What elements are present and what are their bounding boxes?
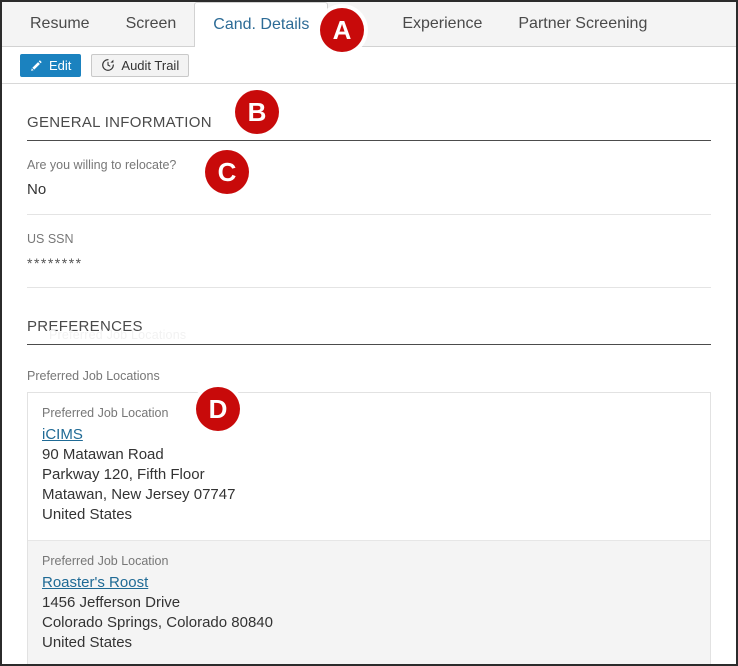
address-line: Colorado Springs, Colorado 80840 — [42, 614, 273, 631]
list-item: Preferred Job Location Roaster's Roost 1… — [28, 540, 710, 664]
card-label: Preferred Job Location — [42, 406, 169, 420]
field-value-masked: ******** — [27, 255, 83, 271]
tab-experience[interactable]: Experience — [384, 2, 500, 46]
list-item: Preferred Job Location iCIMS 90 Matawan … — [28, 393, 710, 540]
field-label: Are you willing to relocate? — [27, 158, 177, 172]
tab-bar: Resume Screen Cand. Details Experience P… — [2, 2, 736, 47]
callout-badge-d: D — [196, 387, 240, 431]
card-label: Preferred Job Location — [42, 554, 169, 568]
details-content: GENERAL INFORMATION Are you willing to r… — [2, 84, 736, 664]
address-line: United States — [42, 634, 133, 651]
preferred-job-locations-label: Preferred Job Locations — [27, 369, 160, 383]
field-us-ssn: US SSN ******** — [27, 215, 711, 288]
tab-partner-screening[interactable]: Partner Screening — [500, 2, 665, 46]
tab-resume[interactable]: Resume — [12, 2, 108, 46]
location-link-roasters-roost[interactable]: Roaster's Roost — [42, 574, 148, 591]
audit-trail-button[interactable]: Audit Trail — [91, 53, 190, 77]
address-line: Matawan, New Jersey 07747 — [42, 486, 236, 503]
address-line: 90 Matawan Road — [42, 446, 164, 463]
address-line: 1456 Jefferson Drive — [42, 594, 181, 611]
field-label: US SSN — [27, 232, 74, 246]
history-clock-icon — [101, 58, 115, 72]
field-willing-to-relocate: Are you willing to relocate? No — [27, 141, 711, 215]
location-link-icims[interactable]: iCIMS — [42, 426, 83, 443]
tab-cand-details[interactable]: Cand. Details — [194, 2, 329, 47]
callout-badge-c: C — [205, 150, 249, 194]
edit-button[interactable]: Edit — [20, 53, 82, 77]
address-line: Parkway 120, Fifth Floor — [42, 466, 205, 483]
edit-button-label: Edit — [49, 57, 72, 73]
candidate-details-panel: Resume Screen Cand. Details Experience P… — [0, 0, 738, 666]
preferred-job-locations-list: Preferred Job Location iCIMS 90 Matawan … — [27, 392, 711, 664]
ghost-preferred-job-locations-label: Preferred Job Locations — [49, 328, 187, 342]
callout-badge-a: A — [320, 8, 364, 52]
pencil-icon — [30, 59, 43, 72]
callout-badge-b: B — [235, 90, 279, 134]
tab-screen[interactable]: Screen — [108, 2, 195, 46]
action-toolbar: Edit Audit Trail — [2, 47, 736, 84]
field-value: No — [27, 181, 47, 198]
address-line: United States — [42, 506, 133, 523]
general-information-heading: GENERAL INFORMATION — [27, 84, 711, 141]
audit-trail-button-label: Audit Trail — [121, 57, 180, 73]
